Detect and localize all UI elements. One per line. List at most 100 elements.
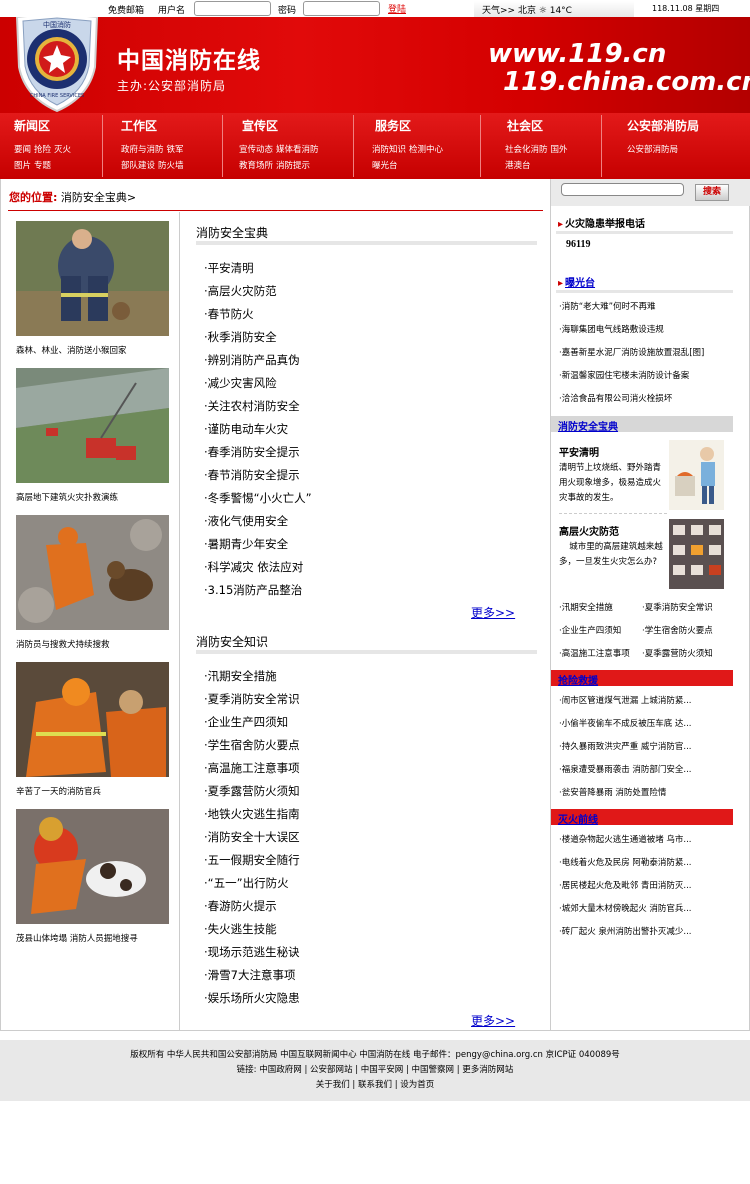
nav-title-news[interactable]: 新闻区 xyxy=(14,117,50,134)
feature-qingming[interactable]: 平安清明 清明节上坟烧纸、野外踏青用火现象增多，极易造成火灾事故的发生。 xyxy=(559,444,667,506)
list-item[interactable]: ·夏季露营防火须知 xyxy=(204,780,300,803)
fire-service-emblem-icon[interactable]: 中国消防 CHINA FIRE SERVICES xyxy=(9,17,105,113)
list-item[interactable]: ·辨别消防产品真伪 xyxy=(204,349,312,372)
photo-firefighters-rest[interactable] xyxy=(16,662,169,777)
exposure-title[interactable]: 曝光台 xyxy=(565,278,595,289)
guide-link[interactable]: ·夏季露营防火须知 xyxy=(642,643,725,666)
nav-link[interactable]: 防火墙 xyxy=(158,161,184,171)
nav-link[interactable]: 图片 xyxy=(14,161,31,171)
list-item[interactable]: ·砖厂起火 泉州消防出警扑灭减少... xyxy=(559,921,739,944)
footer-links[interactable]: 链接: 中国政府网 | 公安部网站 | 中国平安网 | 中国警察网 | 更多消防… xyxy=(0,1063,750,1078)
nav-link[interactable]: 消防知识 xyxy=(372,145,406,155)
list-item[interactable]: ·春季消防安全提示 xyxy=(204,441,312,464)
photo-monkey-rescue[interactable] xyxy=(16,221,169,336)
list-item[interactable]: ·滑雪7大注意事项 xyxy=(204,964,300,987)
nav-link[interactable]: 部队建设 xyxy=(121,161,155,171)
list-item[interactable]: ·消防安全十大误区 xyxy=(204,826,300,849)
list-item[interactable]: ·小偷半夜偷车不成反被压车底 达... xyxy=(559,713,739,736)
password-input[interactable] xyxy=(303,1,380,16)
list-item[interactable]: ·持久暴雨致洪灾严重 威宁消防官... xyxy=(559,736,739,759)
list-item[interactable]: ·汛期安全措施 xyxy=(204,665,300,688)
nav-link[interactable]: 专题 xyxy=(34,161,51,171)
photo-drill[interactable] xyxy=(16,368,169,483)
nav-link[interactable]: 曝光台 xyxy=(372,161,398,171)
feature-title[interactable]: 高层火灾防范 xyxy=(559,523,667,538)
list-item[interactable]: ·谨防电动车火灾 xyxy=(204,418,312,441)
list-item[interactable]: ·楼道杂物起火逃生通道被堵 乌市... xyxy=(559,829,739,852)
guide-link[interactable]: ·学生宿舍防火要点 xyxy=(642,620,725,643)
list-item[interactable]: ·高层火灾防范 xyxy=(204,280,312,303)
list-item[interactable]: ·3.15消防产品整治 xyxy=(204,579,312,602)
list-item[interactable]: ·居民楼起火危及毗邻 青田消防灭... xyxy=(559,875,739,898)
list-item[interactable]: ·企业生产四须知 xyxy=(204,711,300,734)
photo-landslide-search[interactable] xyxy=(16,809,169,924)
photo-caption[interactable]: 森林、林业、消防送小猴回家 xyxy=(16,344,127,356)
list-item[interactable]: ·秋季消防安全 xyxy=(204,326,312,349)
nav-link[interactable]: 社会化消防 xyxy=(505,145,548,155)
nav-link[interactable]: 教育场所 xyxy=(239,161,273,171)
list-item[interactable]: ·现场示范逃生秘诀 xyxy=(204,941,300,964)
feature-image-qingming[interactable] xyxy=(669,440,724,510)
photo-caption[interactable]: 高层地下建筑火灾扑救演练 xyxy=(16,491,118,503)
search-button[interactable]: 搜索 xyxy=(695,184,729,201)
feature-image-high-rise[interactable] xyxy=(669,519,724,589)
nav-link[interactable]: 国外 xyxy=(551,145,568,155)
guide-link[interactable]: ·夏季消防安全常识 xyxy=(642,597,725,620)
nav-title-service[interactable]: 服务区 xyxy=(375,117,411,134)
list-item[interactable]: ·嘉善新星水泥厂消防设施放置混乱[图] xyxy=(559,342,739,365)
list-item[interactable]: ·电线着火危及民房 阿勒泰消防紧... xyxy=(559,852,739,875)
list-item[interactable]: ·春游防火提示 xyxy=(204,895,300,918)
list-item[interactable]: ·学生宿舍防火要点 xyxy=(204,734,300,757)
list-item[interactable]: ·消防“老大难”何时不再难 xyxy=(559,296,739,319)
list-item[interactable]: ·暑期青少年安全 xyxy=(204,533,312,556)
nav-title-promo[interactable]: 宣传区 xyxy=(242,117,278,134)
guide-link[interactable]: ·高温施工注意事项 xyxy=(559,643,642,666)
photo-caption[interactable]: 茂县山体垮塌 消防人员掘地搜寻 xyxy=(16,932,138,944)
nav-link[interactable]: 灭火 xyxy=(54,145,71,155)
photo-caption[interactable]: 消防员与搜救犬持续搜救 xyxy=(16,638,110,650)
list-item[interactable]: ·减少灾害风险 xyxy=(204,372,312,395)
nav-link[interactable]: 港澳台 xyxy=(505,161,531,171)
feature-high-rise[interactable]: 高层火灾防范 城市里的高层建筑越来越多，一旦发生火灾怎么办? xyxy=(559,523,667,570)
list-item[interactable]: ·冬季警惕“小火亡人” xyxy=(204,487,312,510)
nav-link[interactable]: 宣传动态 xyxy=(239,145,273,155)
nav-link[interactable]: 政府与消防 xyxy=(121,145,164,155)
list-item[interactable]: ·平安清明 xyxy=(204,257,312,280)
fire-front-heading[interactable]: 灭火前线 xyxy=(551,809,733,826)
breadcrumb-path[interactable]: 消防安全宝典> xyxy=(61,191,136,204)
list-item[interactable]: ·新温馨家园住宅楼未消防设计备案 xyxy=(559,365,739,388)
list-item[interactable]: ·春节消防安全提示 xyxy=(204,464,312,487)
rescue-heading[interactable]: 抢险救援 xyxy=(551,670,733,687)
list-item[interactable]: ·关注农村消防安全 xyxy=(204,395,312,418)
list-item[interactable]: ·夏季消防安全常识 xyxy=(204,688,300,711)
guide-heading[interactable]: 消防安全宝典 xyxy=(551,416,733,433)
username-input[interactable] xyxy=(194,1,271,16)
list-item[interactable]: ·春节防火 xyxy=(204,303,312,326)
list-item[interactable]: ·高温施工注意事项 xyxy=(204,757,300,780)
guide-link[interactable]: ·汛期安全措施 xyxy=(559,597,642,620)
nav-link[interactable]: 抢险 xyxy=(34,145,51,155)
list-item[interactable]: ·娱乐场所火灾隐患 xyxy=(204,987,300,1010)
nav-title-mps[interactable]: 公安部消防局 xyxy=(627,117,699,134)
list-item[interactable]: ·闹市区管道煤气泄漏 上城消防紧... xyxy=(559,690,739,713)
photo-search-dog[interactable] xyxy=(16,515,169,630)
list-item[interactable]: ·瓮安普降暴雨 消防处置险情 xyxy=(559,782,739,805)
nav-link[interactable]: 消防提示 xyxy=(276,161,310,171)
list-item[interactable]: ·城郊大量木材傍晚起火 消防官兵... xyxy=(559,898,739,921)
footer-about[interactable]: 关于我们 | 联系我们 | 设为首页 xyxy=(0,1078,750,1093)
nav-title-social[interactable]: 社会区 xyxy=(507,117,543,134)
nav-link[interactable]: 要闻 xyxy=(14,145,31,155)
photo-caption[interactable]: 辛苦了一天的消防官兵 xyxy=(16,785,101,797)
weather-widget[interactable]: 天气>> 北京 ☼ 14°C xyxy=(474,1,634,17)
login-link[interactable]: 登陆 xyxy=(388,2,406,15)
list-item[interactable]: ·地铁火灾逃生指南 xyxy=(204,803,300,826)
feature-title[interactable]: 平安清明 xyxy=(559,444,667,459)
nav-link[interactable]: 媒体看消防 xyxy=(276,145,319,155)
list-item[interactable]: ·失火逃生技能 xyxy=(204,918,300,941)
nav-link[interactable]: 检测中心 xyxy=(409,145,443,155)
guide-link[interactable]: ·企业生产四须知 xyxy=(559,620,642,643)
nav-link[interactable]: 铁军 xyxy=(167,145,184,155)
free-mail-link[interactable]: 免费邮箱 xyxy=(108,3,144,16)
more-link-knowledge[interactable]: 更多>> xyxy=(471,1012,515,1029)
list-item[interactable]: ·海聊集团电气线路敷设违规 xyxy=(559,319,739,342)
